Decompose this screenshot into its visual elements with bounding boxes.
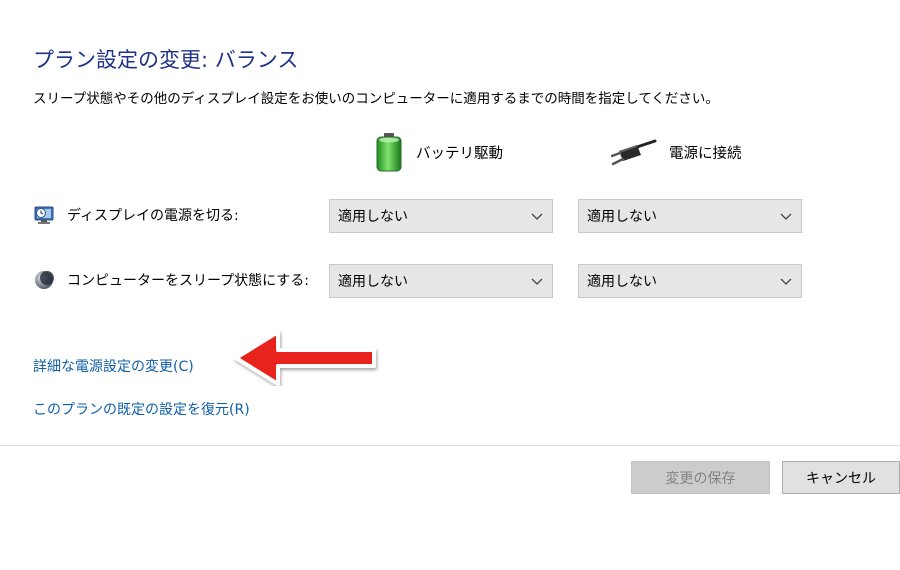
display-off-battery-select[interactable]: 適用しない <box>329 199 553 233</box>
save-changes-button[interactable]: 変更の保存 <box>631 461 770 494</box>
sleep-battery-value: 適用しない <box>338 274 408 290</box>
setting-row-sleep: コンピューターをスリープ状態にする: <box>33 268 309 292</box>
display-off-plugged-value: 適用しない <box>587 209 657 225</box>
display-off-label: ディスプレイの電源を切る: <box>67 208 239 224</box>
restore-defaults-link[interactable]: このプランの既定の設定を復元(R) <box>33 399 250 419</box>
advanced-power-settings-link[interactable]: 詳細な電源設定の変更(C) <box>33 356 194 376</box>
footer-divider <box>0 445 900 446</box>
cancel-button[interactable]: キャンセル <box>782 461 900 494</box>
sleep-plugged-select[interactable]: 適用しない <box>578 264 802 298</box>
sleep-moon-icon <box>33 269 55 291</box>
display-off-plugged-select[interactable]: 適用しない <box>578 199 802 233</box>
battery-column-label: バッテリ駆動 <box>416 145 503 162</box>
sleep-battery-select[interactable]: 適用しない <box>329 264 553 298</box>
column-header-plugged: 電源に接続 <box>611 132 742 172</box>
chevron-down-icon <box>780 278 792 285</box>
plugged-column-label: 電源に接続 <box>669 145 742 162</box>
battery-icon <box>374 132 404 172</box>
column-header-battery: バッテリ駆動 <box>374 132 503 172</box>
chevron-down-icon <box>780 213 792 220</box>
sleep-plugged-value: 適用しない <box>587 274 657 290</box>
red-arrow-annotation <box>234 330 376 386</box>
chevron-down-icon <box>531 213 543 220</box>
display-timer-icon <box>33 204 55 226</box>
display-off-battery-value: 適用しない <box>338 209 408 225</box>
setting-row-display-off: ディスプレイの電源を切る: <box>33 203 239 227</box>
page-description: スリープ状態やその他のディスプレイ設定をお使いのコンピューターに適用するまでの時… <box>33 91 719 107</box>
page-title: プラン設定の変更: バランス <box>33 48 299 72</box>
sleep-label: コンピューターをスリープ状態にする: <box>67 273 310 289</box>
chevron-down-icon <box>531 278 543 285</box>
power-plug-icon <box>611 137 657 167</box>
